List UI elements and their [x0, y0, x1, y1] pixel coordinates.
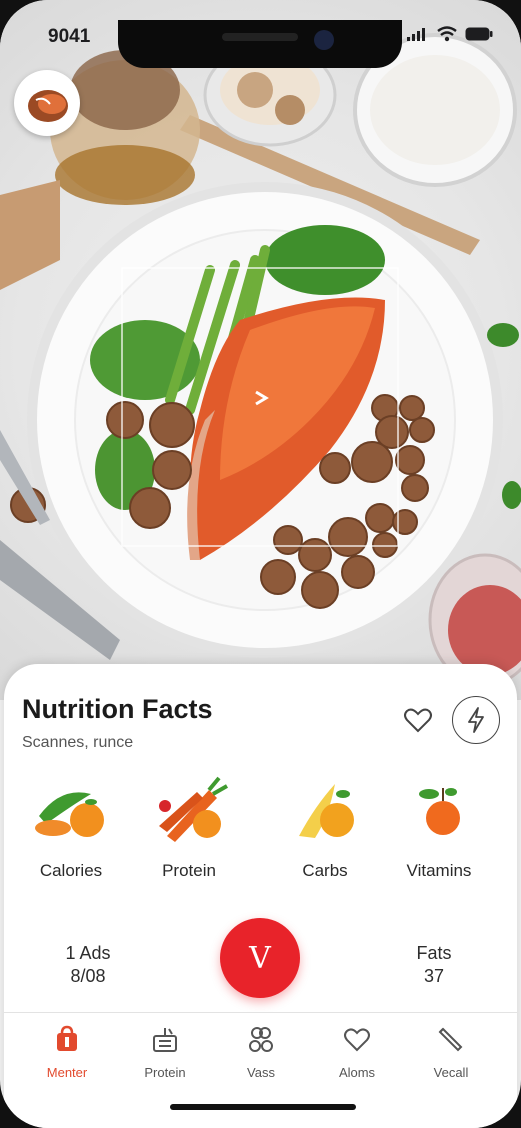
scan-action-button[interactable]: V [220, 918, 300, 998]
people-icon [249, 1027, 273, 1052]
nutrition-sheet: Nutrition Facts Scannes, runce Calories [4, 664, 517, 1128]
notch [118, 20, 402, 68]
page-title: Nutrition Facts [22, 694, 213, 724]
signal-icon [407, 28, 425, 41]
category-vitamins[interactable]: Vitamins [384, 776, 494, 881]
stat-left-value: 8/08 [70, 966, 106, 986]
food-thumbnail-icon [28, 90, 68, 122]
status-icons [407, 26, 493, 42]
category-calories[interactable]: Calories [16, 776, 126, 881]
citrus-icon [299, 784, 354, 838]
category-protein[interactable]: Protein [134, 776, 244, 881]
carrot-icon [159, 776, 228, 842]
stat-left: 1 Ads 8/08 [48, 942, 128, 988]
tab-label: Protein [144, 1065, 186, 1080]
pen-icon [438, 1027, 463, 1052]
tab-vecall[interactable]: Vecall [406, 1024, 496, 1080]
speaker-grille [222, 33, 298, 41]
category-label: Vitamins [406, 861, 472, 880]
wifi-icon [437, 26, 457, 42]
status-bar: 9041 [0, 20, 521, 68]
tab-aloms[interactable]: Aloms [312, 1024, 402, 1080]
tabbar-divider [4, 1012, 517, 1013]
tab-label: Vass [247, 1065, 275, 1080]
stat-right-value: 37 [423, 966, 445, 986]
tab-label: Menter [46, 1065, 88, 1080]
scale-icon [153, 1028, 177, 1052]
category-label: Protein [162, 861, 216, 880]
category-label: Calories [39, 861, 103, 880]
bag-icon [57, 1025, 77, 1051]
battery-icon [465, 27, 493, 41]
bolt-icon [468, 707, 484, 733]
status-time: 9041 [48, 26, 91, 47]
orange-icon [419, 788, 460, 835]
phone-screen: 9041 Nutrition Facts Scannes, runce Calo… [0, 0, 521, 1128]
tab-label: Vecall [433, 1065, 469, 1080]
stat-left-title: 1 Ads [65, 943, 111, 963]
scan-action-label: V [249, 940, 271, 976]
avatar[interactable] [14, 70, 80, 136]
heart-icon [344, 1028, 370, 1052]
page-subtitle: Scannes, runce [22, 734, 134, 751]
stat-right-title: Fats [416, 943, 452, 963]
home-indicator[interactable] [170, 1104, 356, 1110]
category-label: Carbs [302, 861, 348, 880]
stat-right: Fats 37 [396, 942, 472, 988]
tab-protein[interactable]: Protein [120, 1024, 210, 1080]
tab-vass[interactable]: Vass [216, 1024, 306, 1080]
tab-label: Aloms [338, 1065, 376, 1080]
front-camera [314, 30, 334, 50]
fruit-vegetable-icon [35, 792, 104, 837]
tab-menter[interactable]: Menter [22, 1024, 112, 1080]
favorite-icon[interactable] [402, 704, 434, 736]
flash-button[interactable] [452, 696, 500, 744]
category-carbs[interactable]: Carbs [270, 776, 380, 881]
